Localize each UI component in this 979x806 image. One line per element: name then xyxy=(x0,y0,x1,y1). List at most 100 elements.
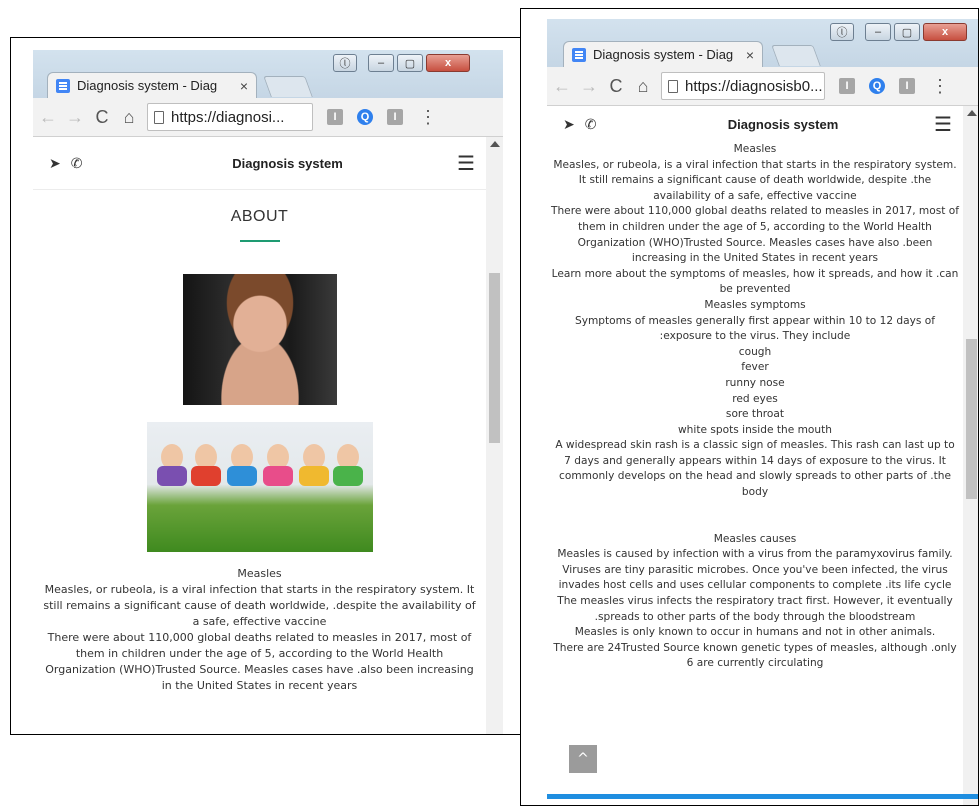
page-viewport: ➤ ✆ Diagnosis system ☰ ABOUT Measles Mea… xyxy=(33,137,503,734)
child-figure xyxy=(298,444,329,486)
tab-title: Diagnosis system - Diag xyxy=(593,47,734,62)
article-text: Measles Measles, or rubeola, is a viral … xyxy=(547,142,963,672)
maximize-button[interactable]: ▢ xyxy=(894,23,920,41)
scrollbar-thumb[interactable] xyxy=(489,273,500,443)
close-tab-icon[interactable]: × xyxy=(240,78,248,94)
extension-icon[interactable]: I xyxy=(899,78,915,94)
close-window-button[interactable]: x xyxy=(426,54,470,72)
address-text: https://diagnosi... xyxy=(171,108,285,126)
browser-toolbar: ← → C ⌂ https://diagnosi... I Q I ⋮ xyxy=(33,98,503,137)
symptom-item: red eyes xyxy=(732,392,778,405)
contact-icons: ➤ ✆ xyxy=(33,155,129,172)
child-figure xyxy=(226,444,257,486)
window-controls: ⓛ – ▢ x xyxy=(333,54,470,72)
article-paragraph: Measles xyxy=(733,143,777,155)
forward-arrow-icon[interactable]: → xyxy=(63,107,87,128)
reload-icon[interactable]: C xyxy=(90,107,114,128)
page-icon xyxy=(668,79,678,93)
scroll-up-arrow-icon[interactable] xyxy=(490,141,500,147)
contact-icons: ➤ ✆ xyxy=(547,116,643,133)
extension-icon[interactable]: I xyxy=(839,78,855,94)
article-paragraph: Measles, or rubeola, is a viral infectio… xyxy=(553,158,957,202)
symptom-item: sore throat xyxy=(725,408,785,421)
article-paragraph: Measles xyxy=(237,567,282,580)
browser-menu-icon[interactable]: ⋮ xyxy=(419,107,437,128)
article-heading: Measles causes xyxy=(713,532,797,545)
browser-window: Diagnosis system - Diag × ⓛ – ▢ x ← → C … xyxy=(547,19,978,805)
article-heading: Measles symptoms xyxy=(704,298,806,311)
back-arrow-icon[interactable]: ← xyxy=(550,76,574,97)
address-bar[interactable]: https://diagnosi... xyxy=(147,103,313,131)
symptom-item: runny nose xyxy=(725,376,785,389)
article-paragraph: Measles, or rubeola, is a viral infectio… xyxy=(43,583,476,628)
document-icon xyxy=(572,47,586,62)
address-text: https://diagnosisb0... xyxy=(685,77,823,95)
forward-arrow-icon[interactable]: → xyxy=(577,76,601,97)
children-on-grass-photo xyxy=(146,422,373,552)
browser-window: Diagnosis system - Diag × ⓛ – ▢ x ← → C … xyxy=(33,50,503,734)
maximize-button[interactable]: ▢ xyxy=(397,54,423,72)
home-icon[interactable]: ⌂ xyxy=(117,107,141,128)
location-icon[interactable]: ➤ xyxy=(49,155,61,172)
window-controls: ⓛ – ▢ x xyxy=(830,23,967,41)
tab-strip: Diagnosis system - Diag × ⓛ – ▢ x xyxy=(547,19,978,67)
article-paragraph: A widespread skin rash is a classic sign… xyxy=(555,439,955,499)
minimize-button[interactable]: – xyxy=(368,54,394,72)
scroll-up-arrow-icon[interactable] xyxy=(967,110,977,116)
page-progress-bar xyxy=(547,794,978,799)
left-screenshot-frame: Diagnosis system - Diag × ⓛ – ▢ x ← → C … xyxy=(10,37,532,735)
profile-icon[interactable]: ⓛ xyxy=(830,23,854,41)
child-figure xyxy=(156,444,187,486)
article-paragraph: Measles is caused by infection with a vi… xyxy=(557,548,953,592)
page-icon xyxy=(154,110,164,124)
new-tab-button[interactable] xyxy=(263,76,313,97)
back-arrow-icon[interactable]: ← xyxy=(36,107,60,128)
browser-menu-icon[interactable]: ⋮ xyxy=(931,76,949,97)
page-content: ➤ ✆ Diagnosis system ☰ ABOUT Measles Mea… xyxy=(33,137,486,734)
browser-tab[interactable]: Diagnosis system - Diag × xyxy=(563,41,763,67)
child-figure xyxy=(190,444,221,486)
close-tab-icon[interactable]: × xyxy=(746,47,754,63)
back-to-top-button[interactable]: ^ xyxy=(569,745,597,773)
minimize-button[interactable]: – xyxy=(865,23,891,41)
vertical-scrollbar[interactable] xyxy=(486,137,503,734)
site-brand[interactable]: Diagnosis system xyxy=(643,117,923,132)
hamburger-menu-icon[interactable]: ☰ xyxy=(923,112,963,137)
article-text: Measles Measles, or rubeola, is a viral … xyxy=(33,566,486,694)
symptom-item: cough xyxy=(738,345,772,358)
site-brand[interactable]: Diagnosis system xyxy=(129,156,446,171)
page-content: ➤ ✆ Diagnosis system ☰ Measles Measles, … xyxy=(547,106,963,805)
tab-strip: Diagnosis system - Diag × ⓛ – ▢ x xyxy=(33,50,503,98)
child-with-measles-photo xyxy=(182,274,337,405)
address-bar[interactable]: https://diagnosisb0... xyxy=(661,72,825,100)
new-tab-button[interactable] xyxy=(771,45,821,66)
article-paragraph: Symptoms of measles generally first appe… xyxy=(574,314,936,343)
search-extension-icon[interactable]: Q xyxy=(869,78,885,94)
home-icon[interactable]: ⌂ xyxy=(631,76,655,97)
article-paragraph: Learn more about the symptoms of measles… xyxy=(551,267,959,296)
browser-tab[interactable]: Diagnosis system - Diag × xyxy=(47,72,257,98)
close-window-button[interactable]: x xyxy=(923,23,967,41)
profile-icon[interactable]: ⓛ xyxy=(333,54,357,72)
extension-icon[interactable]: I xyxy=(387,109,403,125)
heading-underline xyxy=(239,240,280,242)
article-paragraph: Measles is only known to occur in humans… xyxy=(574,626,936,639)
hamburger-menu-icon[interactable]: ☰ xyxy=(446,151,486,176)
about-heading: ABOUT xyxy=(230,208,289,225)
browser-toolbar: ← → C ⌂ https://diagnosisb0... I Q I ⋮ xyxy=(547,67,978,106)
article-paragraph: There were about 110,000 global deaths r… xyxy=(551,205,959,265)
child-figure xyxy=(332,444,363,486)
phone-icon[interactable]: ✆ xyxy=(71,155,83,172)
reload-icon[interactable]: C xyxy=(604,76,628,97)
article-paragraph: There were about 110,000 global deaths r… xyxy=(45,631,474,692)
extension-icon[interactable]: I xyxy=(327,109,343,125)
vertical-scrollbar[interactable] xyxy=(963,106,978,805)
page-viewport: ➤ ✆ Diagnosis system ☰ Measles Measles, … xyxy=(547,106,978,805)
article-paragraph: The measles virus infects the respirator… xyxy=(557,595,953,623)
scrollbar-thumb[interactable] xyxy=(966,339,977,499)
phone-icon[interactable]: ✆ xyxy=(585,116,597,133)
search-extension-icon[interactable]: Q xyxy=(357,109,373,125)
child-figure xyxy=(262,444,293,486)
location-icon[interactable]: ➤ xyxy=(563,116,575,133)
